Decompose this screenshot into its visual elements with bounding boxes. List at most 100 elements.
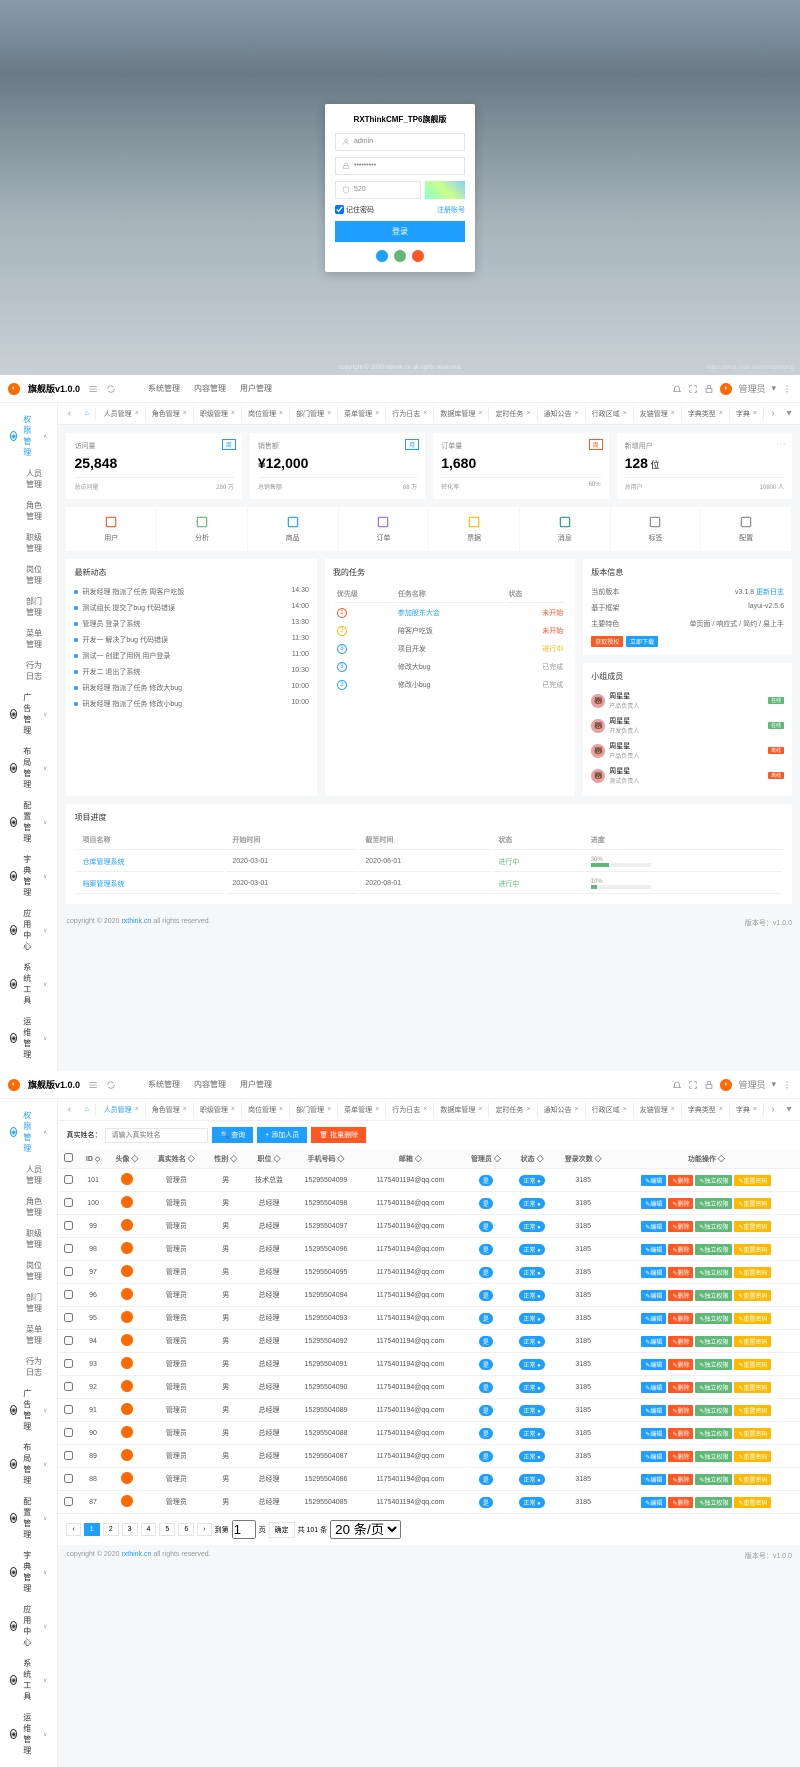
sidebar-sub-item[interactable]: 岗位管理 [0,559,57,591]
op-3[interactable]: ✎重置密码 [734,1336,771,1347]
close-icon[interactable]: × [135,1106,139,1113]
captcha-image[interactable] [425,181,465,199]
op-3[interactable]: ✎重置密码 [734,1359,771,1370]
tab-item[interactable]: 友链管理× [634,407,682,421]
close-icon[interactable]: × [623,410,627,417]
op-0[interactable]: ✎编辑 [641,1221,666,1232]
sidebar-item[interactable]: ◉广告管理∨ [0,687,57,741]
op-2[interactable]: ✎独立权限 [695,1313,732,1324]
op-2[interactable]: ✎独立权限 [695,1290,732,1301]
op-3[interactable]: ✎重置密码 [734,1313,771,1324]
page-number[interactable]: 5 [159,1523,175,1536]
close-icon[interactable]: × [526,410,530,417]
page-number[interactable]: 2 [103,1523,119,1536]
sidebar-sub-item[interactable]: 人员管理 [0,463,57,495]
tab-home[interactable]: ⌂ [78,408,95,419]
sidebar-sub-item[interactable]: 角色管理 [0,1191,57,1223]
batch-delete-button[interactable]: 🗑 批量删除 [311,1127,366,1143]
sidebar-sub-item[interactable]: 职级管理 [0,1223,57,1255]
task-name[interactable]: 参加股东大会 [396,605,504,621]
sidebar-sub-item[interactable]: 部门管理 [0,591,57,623]
status-switch[interactable]: 正常 ● [519,1175,544,1186]
tab-item[interactable]: 字典类型× [682,407,730,421]
row-checkbox[interactable] [64,1359,73,1368]
sidebar-sub-item[interactable]: 部门管理 [0,1287,57,1319]
op-0[interactable]: ✎编辑 [641,1290,666,1301]
tab-more[interactable]: ▾ [782,408,796,419]
tab-item[interactable]: 部门管理× [290,407,338,421]
op-0[interactable]: ✎编辑 [641,1474,666,1485]
tab-next[interactable]: › [766,1104,780,1115]
op-2[interactable]: ✎独立权限 [695,1474,732,1485]
page-next[interactable]: › [197,1523,211,1536]
sidebar-item[interactable]: ◉布局管理∨ [0,1437,57,1491]
refresh-icon[interactable] [106,384,116,394]
quick-item[interactable]: 用户 [66,507,157,551]
close-icon[interactable]: × [623,1106,627,1113]
status-switch[interactable]: 正常 ● [519,1198,544,1209]
goto-input[interactable] [232,1520,256,1539]
tab-item[interactable]: 字典类型× [682,1103,730,1117]
row-checkbox[interactable] [64,1336,73,1345]
op-1[interactable]: ✎删除 [668,1336,693,1347]
tab-item[interactable]: 字典× [730,407,764,421]
op-2[interactable]: ✎独立权限 [695,1175,732,1186]
sidebar-item[interactable]: ◉字典管理∨ [0,1545,57,1599]
op-1[interactable]: ✎删除 [668,1497,693,1508]
more-icon[interactable] [782,384,792,394]
tab-item[interactable]: 数据库管理× [434,1103,489,1117]
row-checkbox[interactable] [64,1221,73,1230]
admin-label[interactable]: 管理员 [738,382,765,395]
page-size-select[interactable]: 20 条/页 [330,1520,401,1539]
status-switch[interactable]: 正常 ● [519,1359,544,1370]
column-header[interactable]: 功能操作 ◇ [613,1149,800,1169]
sidebar-item[interactable]: ◉系统工具∨ [0,1653,57,1707]
status-switch[interactable]: 正常 ● [519,1451,544,1462]
column-header[interactable]: 头像 ◇ [107,1149,147,1169]
sidebar-item[interactable]: ◉权限管理∧ [0,1105,57,1159]
op-0[interactable]: ✎编辑 [641,1405,666,1416]
op-0[interactable]: ✎编辑 [641,1267,666,1278]
fullscreen-icon[interactable] [688,384,698,394]
user-avatar-icon[interactable]: ◐ [720,383,732,395]
refresh-icon[interactable] [106,1080,116,1090]
close-icon[interactable]: × [719,410,723,417]
op-3[interactable]: ✎重置密码 [734,1175,771,1186]
tab-item[interactable]: 行政区域× [586,1103,634,1117]
close-icon[interactable]: × [279,1106,283,1113]
close-icon[interactable]: × [231,410,235,417]
row-checkbox[interactable] [64,1175,73,1184]
op-0[interactable]: ✎编辑 [641,1244,666,1255]
op-3[interactable]: ✎重置密码 [734,1382,771,1393]
more-icon[interactable]: ⋯ [776,439,786,450]
close-icon[interactable]: × [375,1106,379,1113]
tab-item[interactable]: 菜单管理× [338,1103,386,1117]
op-0[interactable]: ✎编辑 [641,1198,666,1209]
more-icon[interactable] [782,1080,792,1090]
sidebar-sub-item[interactable]: 岗位管理 [0,1255,57,1287]
tab-item[interactable]: 部门管理× [290,1103,338,1117]
tab-item[interactable]: 数据库管理× [434,407,489,421]
weibo-icon[interactable] [412,250,424,262]
op-1[interactable]: ✎删除 [668,1175,693,1186]
lock-icon[interactable] [704,384,714,394]
sidebar-item[interactable]: ◉运维管理∨ [0,1011,57,1065]
sidebar-sub-item[interactable]: 角色管理 [0,495,57,527]
tab-item[interactable]: 字典× [730,1103,764,1117]
sidebar-item[interactable]: ◉布局管理∨ [0,741,57,795]
search-input[interactable] [105,1128,208,1143]
op-2[interactable]: ✎独立权限 [695,1221,732,1232]
page-prev[interactable]: ‹ [66,1523,80,1536]
op-3[interactable]: ✎重置密码 [734,1451,771,1462]
bell-icon[interactable] [672,1080,682,1090]
row-checkbox[interactable] [64,1428,73,1437]
close-icon[interactable]: × [671,410,675,417]
op-3[interactable]: ✎重置密码 [734,1290,771,1301]
op-1[interactable]: ✎删除 [668,1221,693,1232]
op-3[interactable]: ✎重置密码 [734,1405,771,1416]
op-2[interactable]: ✎独立权限 [695,1359,732,1370]
menu-item[interactable]: 用户管理 [240,383,272,394]
register-link[interactable]: 注册账号 [437,205,465,215]
op-0[interactable]: ✎编辑 [641,1451,666,1462]
search-button[interactable]: 🔍 查询 [212,1127,253,1143]
